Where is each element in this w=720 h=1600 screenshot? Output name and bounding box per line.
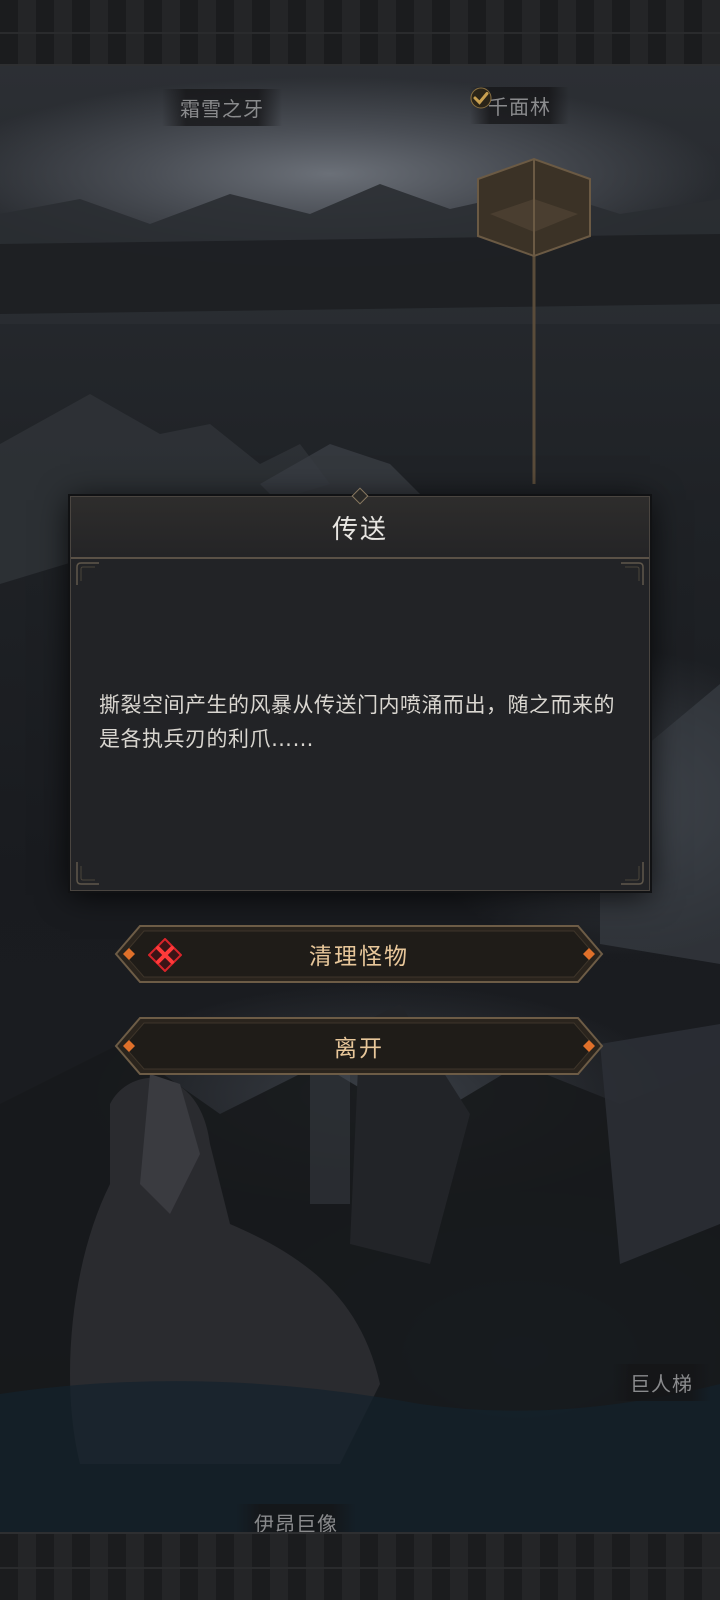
map-label-bottom[interactable]: 伊昂巨像 (236, 1504, 356, 1534)
dialog-message: 撕裂空间产生的风暴从传送门内喷涌而出，随之而来的是各执兵刃的利爪…… (99, 692, 615, 751)
map-label-top-right[interactable]: 千面林 (470, 87, 569, 124)
event-dialog: 传送 撕裂空间产生的风暴从传送门内喷涌而出，随之而来的是各执兵刃的利爪…… (70, 487, 650, 891)
leave-button[interactable]: 离开 (112, 1014, 606, 1078)
clear-monsters-button[interactable]: 清理怪物 (112, 922, 606, 986)
corner-ornament-icon (621, 562, 644, 585)
dialog-title: 传送 (331, 514, 388, 545)
corner-ornament-icon (621, 862, 644, 885)
checkmark-icon (470, 87, 492, 109)
bottom-ornate-frame (0, 1532, 720, 1600)
clear-monsters-label: 清理怪物 (309, 944, 409, 970)
top-ornate-frame (0, 0, 720, 66)
map-label-right[interactable]: 巨人梯 (612, 1364, 711, 1401)
corner-ornament-icon (76, 562, 99, 585)
leave-label: 离开 (334, 1036, 384, 1062)
dialog-body: 撕裂空间产生的风暴从传送门内喷涌而出，随之而来的是各执兵刃的利爪…… (99, 557, 621, 890)
dialog-header: 传送 (71, 487, 649, 559)
map-label-top-left[interactable]: 霜雪之牙 (162, 89, 282, 126)
corner-ornament-icon (76, 862, 99, 885)
